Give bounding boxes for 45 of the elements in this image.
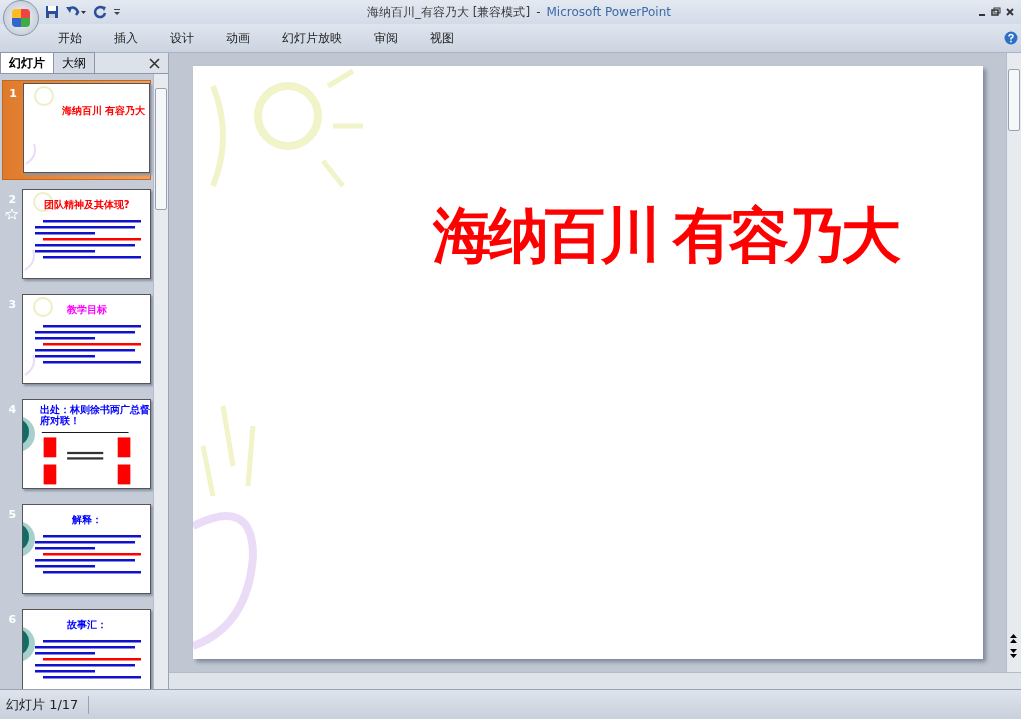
ribbon-tab[interactable]: 动画: [226, 29, 250, 47]
slide-number: 6: [8, 613, 17, 626]
scrollbar-thumb[interactable]: [1008, 69, 1020, 131]
slide-thumbnail-title: 出处：林则徐书两广总督府对联！: [39, 404, 150, 426]
slide-thumbnail-title: 海纳百川 有容乃大: [61, 104, 146, 118]
ribbon-tab[interactable]: 视图: [430, 29, 454, 47]
ribbon-tab[interactable]: 插入: [114, 29, 138, 47]
slide-thumbnail-title: 故事汇：: [66, 618, 107, 632]
redo-icon[interactable]: [93, 5, 107, 19]
ribbon-tab[interactable]: 设计: [170, 29, 194, 47]
help-icon[interactable]: [1004, 31, 1018, 45]
horizontal-scrollbar[interactable]: [169, 672, 1021, 689]
ribbon-tab[interactable]: 开始: [58, 29, 82, 47]
close-icon[interactable]: [149, 58, 160, 69]
slide-title: 海纳百川 有容乃大: [432, 199, 898, 272]
slide-thumbnail-row[interactable]: 6 故事汇：: [2, 607, 151, 689]
scrollbar-thumb[interactable]: [155, 88, 167, 210]
customize-caret-icon[interactable]: [113, 8, 121, 16]
slide-number: 2: [8, 193, 17, 206]
slide-number: 1: [9, 87, 17, 100]
slide-thumbnail-title: 解释：: [71, 513, 102, 527]
window-title: 海纳百川_有容乃大 [兼容模式]: [367, 4, 531, 19]
slide-number: 4: [8, 403, 17, 416]
save-icon[interactable]: [45, 5, 59, 19]
app-name: Microsoft PowerPoint: [546, 4, 671, 19]
slide-thumbnail-row[interactable]: 1 海纳百川 有容乃大: [2, 80, 151, 180]
slide-nav-arrows-icon[interactable]: [1009, 633, 1018, 659]
ribbon-tab[interactable]: 幻灯片放映: [282, 29, 342, 47]
slide-indicator: 幻灯片 1/17: [0, 695, 90, 714]
panel-tab[interactable]: 大纲: [53, 52, 95, 73]
restore-icon[interactable]: [991, 7, 1001, 17]
slide-thumbnail-row[interactable]: 4 出处：林则徐书两广总督府对联！: [2, 397, 151, 495]
slide-number: 3: [8, 298, 17, 311]
slide-thumbnail-title: 教学目标: [66, 303, 107, 317]
scrollbar[interactable]: [1006, 53, 1021, 673]
slide-number: 5: [8, 508, 17, 521]
title-separator: -: [536, 4, 541, 19]
slide-thumbnail-title: 团队精神及其体现?: [43, 198, 130, 212]
scrollbar[interactable]: [153, 74, 168, 689]
close-icon[interactable]: [1005, 7, 1015, 17]
panel-tab[interactable]: 幻灯片: [0, 52, 54, 73]
slide-thumbnail-row[interactable]: 2 团队精神及其体现?: [2, 187, 151, 285]
slide-thumbnail-row[interactable]: 5 解释：: [2, 502, 151, 600]
ribbon-tab[interactable]: 审阅: [374, 29, 398, 47]
office-button[interactable]: [3, 0, 39, 36]
